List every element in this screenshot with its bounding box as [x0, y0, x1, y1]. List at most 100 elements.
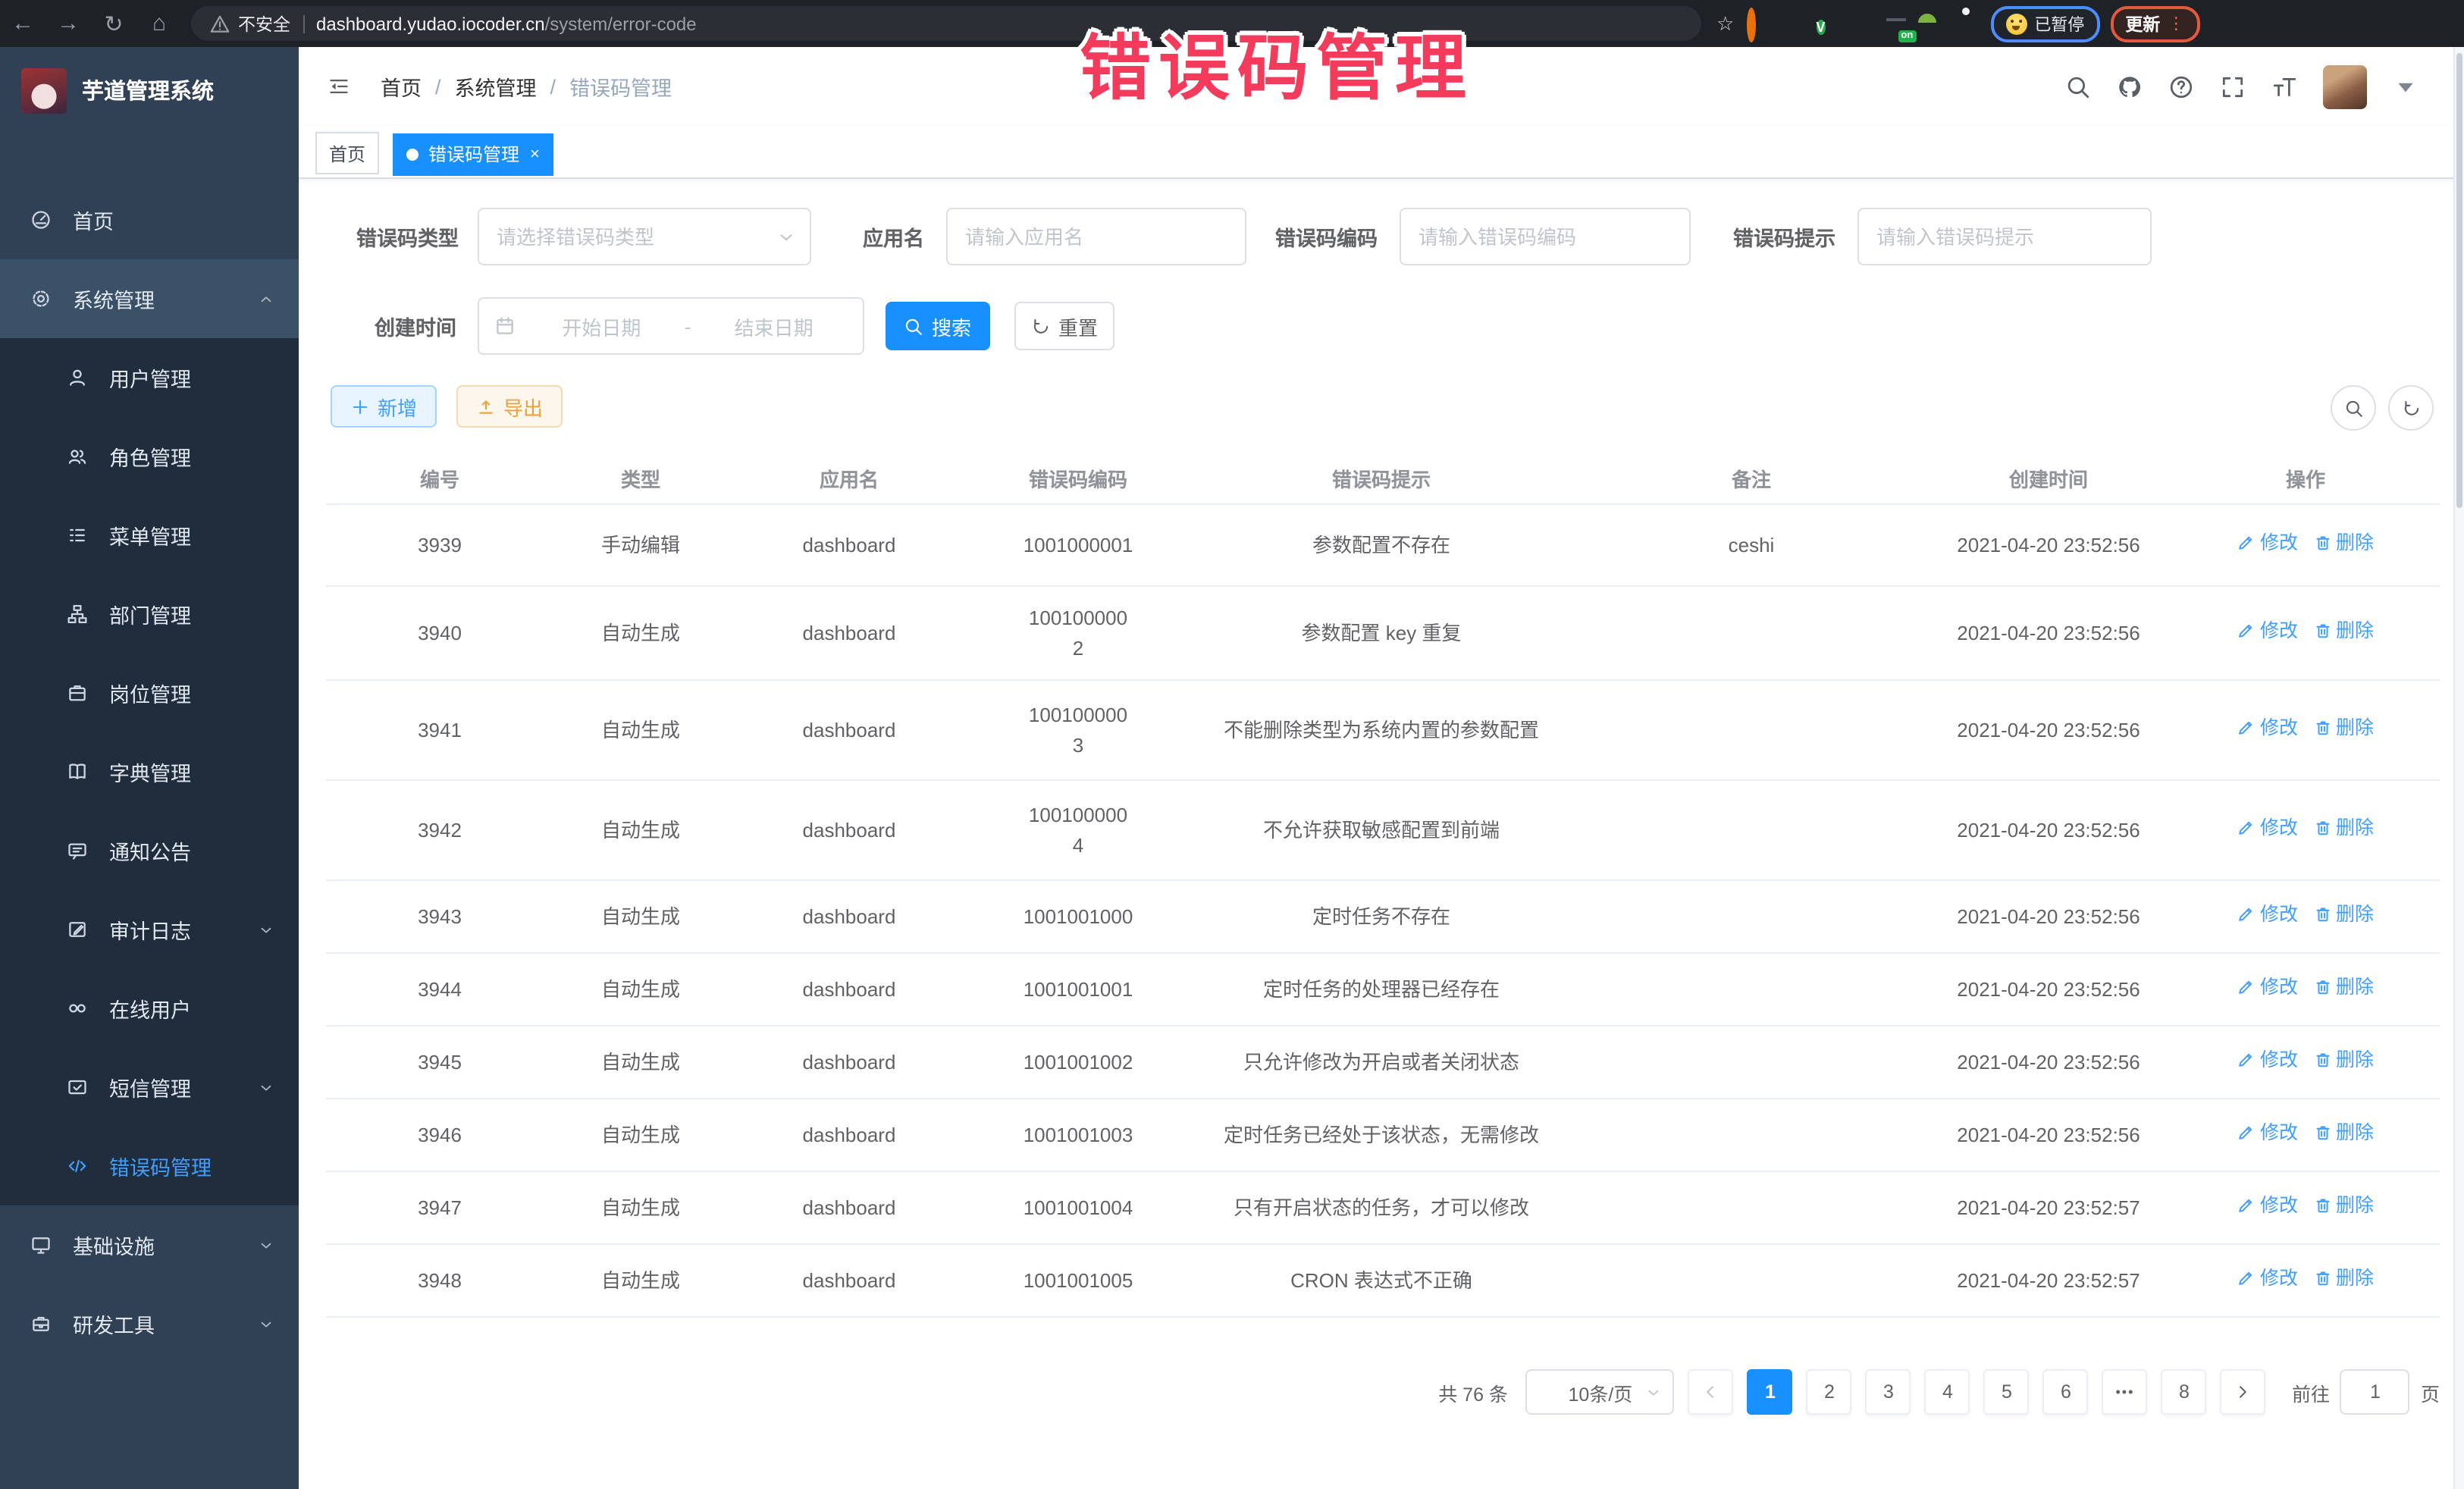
- date-range-picker[interactable]: 开始日期 - 结束日期: [478, 297, 864, 355]
- goto-page-input[interactable]: [2340, 1369, 2410, 1415]
- page-button-3[interactable]: 3: [1866, 1369, 1911, 1415]
- delete-link[interactable]: 删除: [2313, 714, 2374, 743]
- edit-link[interactable]: 修改: [2237, 617, 2298, 646]
- edit-link[interactable]: 修改: [2237, 1192, 2298, 1221]
- sidebar-item-positions[interactable]: 岗位管理: [0, 654, 299, 732]
- extension-icon[interactable]: on: [1886, 11, 1910, 36]
- search-icon[interactable]: [2065, 74, 2091, 99]
- address-bar[interactable]: 不安全 dashboard.yudao.iocoder.cn/system/er…: [191, 6, 1701, 41]
- reset-button[interactable]: 重置: [1014, 302, 1114, 350]
- error-type-select[interactable]: [477, 208, 810, 265]
- error-code-field[interactable]: [1399, 208, 1690, 265]
- app-name-input[interactable]: [947, 209, 1244, 264]
- prev-page-button[interactable]: [1688, 1369, 1734, 1415]
- edit-link[interactable]: 修改: [2237, 814, 2298, 843]
- error-hint-input[interactable]: [1858, 209, 2149, 264]
- table-refresh-button[interactable]: [2388, 385, 2434, 431]
- sidebar-item-devtools[interactable]: 研发工具: [0, 1284, 299, 1363]
- delete-link[interactable]: 删除: [2313, 529, 2374, 558]
- user-avatar[interactable]: [2323, 64, 2367, 108]
- sidebar-item-home[interactable]: 首页: [0, 180, 299, 259]
- sidebar-item-dictionary[interactable]: 字典管理: [0, 732, 299, 811]
- sidebar-logo[interactable]: 芋道管理系统: [0, 47, 299, 133]
- edit-link[interactable]: 修改: [2237, 1265, 2298, 1293]
- table-row: 3939 手动编辑 dashboard 1001000001 参数配置不存在 c…: [326, 504, 2440, 586]
- scrollbar-thumb[interactable]: [2456, 53, 2462, 508]
- delete-link[interactable]: 删除: [2313, 901, 2374, 929]
- extension-icon[interactable]: [1851, 11, 1875, 36]
- page-button-2[interactable]: 2: [1807, 1369, 1852, 1415]
- sidebar-item-infrastructure[interactable]: 基础设施: [0, 1205, 299, 1284]
- next-page-button[interactable]: [2221, 1369, 2266, 1415]
- browser-update-button[interactable]: 更新 ⋮: [2110, 5, 2199, 42]
- delete-link[interactable]: 删除: [2313, 617, 2374, 646]
- tab-error-code[interactable]: 错误码管理 ×: [393, 133, 553, 175]
- tab-home[interactable]: 首页: [315, 132, 379, 174]
- breadcrumb-item[interactable]: 系统管理: [455, 71, 537, 102]
- bookmark-star-icon[interactable]: ☆: [1716, 11, 1734, 36]
- export-button[interactable]: 导出: [456, 385, 563, 428]
- delete-link[interactable]: 删除: [2313, 973, 2374, 1002]
- page-button-1[interactable]: 1: [1748, 1369, 1793, 1415]
- add-button[interactable]: 新增: [331, 385, 437, 428]
- sidebar-item-audit-log[interactable]: 审计日志: [0, 890, 299, 969]
- delete-link[interactable]: 删除: [2313, 1192, 2374, 1221]
- sidebar-item-roles[interactable]: 角色管理: [0, 417, 299, 496]
- cell-app: dashboard: [728, 1026, 970, 1099]
- sidebar-item-system[interactable]: 系统管理: [0, 259, 299, 338]
- extension-icon[interactable]: [1920, 11, 1945, 36]
- page-button-8[interactable]: 8: [2161, 1369, 2207, 1415]
- extension-icon[interactable]: V: [1816, 11, 1840, 36]
- fullscreen-icon[interactable]: [2220, 74, 2246, 99]
- error-type-input[interactable]: [478, 209, 809, 264]
- page-button-6[interactable]: 6: [2043, 1369, 2089, 1415]
- delete-link[interactable]: 删除: [2313, 814, 2374, 843]
- github-icon[interactable]: [2117, 74, 2143, 99]
- close-icon[interactable]: ×: [530, 145, 540, 163]
- help-icon[interactable]: [2168, 74, 2194, 99]
- sidebar-item-announcements[interactable]: 通知公告: [0, 811, 299, 890]
- edit-link[interactable]: 修改: [2237, 714, 2298, 743]
- sidebar-item-sms[interactable]: 短信管理: [0, 1048, 299, 1127]
- extension-paused-badge[interactable]: 已暂停: [1990, 5, 2099, 42]
- sidebar-item-users[interactable]: 用户管理: [0, 338, 299, 417]
- error-hint-field[interactable]: [1857, 208, 2151, 265]
- browser-menu-icon[interactable]: ⋮: [2168, 14, 2184, 33]
- page-button-5[interactable]: 5: [1984, 1369, 2030, 1415]
- announcement-icon: [67, 840, 88, 861]
- breadcrumb-item[interactable]: 首页: [381, 71, 422, 102]
- sidebar-item-error-code[interactable]: 错误码管理: [0, 1127, 299, 1205]
- delete-link[interactable]: 删除: [2313, 1265, 2374, 1293]
- edit-link[interactable]: 修改: [2237, 901, 2298, 929]
- app-name-field[interactable]: [945, 208, 1246, 265]
- caret-down-icon[interactable]: [2393, 74, 2419, 99]
- font-size-icon[interactable]: [2271, 74, 2297, 99]
- error-code-input[interactable]: [1400, 209, 1688, 264]
- edit-link[interactable]: 修改: [2237, 1119, 2298, 1148]
- search-button[interactable]: 搜索: [886, 302, 990, 350]
- browser-home-button[interactable]: ⌂: [136, 11, 182, 36]
- sidebar-item-menus[interactable]: 菜单管理: [0, 496, 299, 575]
- extension-icon[interactable]: [1746, 11, 1770, 36]
- sidebar-collapse-icon[interactable]: [326, 76, 352, 97]
- browser-back-button[interactable]: ←: [0, 11, 45, 36]
- edit-link[interactable]: 修改: [2237, 973, 2298, 1002]
- edit-icon: [2237, 1270, 2256, 1288]
- edit-link[interactable]: 修改: [2237, 1046, 2298, 1075]
- page-size-select[interactable]: 10条/页: [1526, 1369, 1675, 1415]
- browser-reload-button[interactable]: ↻: [91, 10, 136, 37]
- delete-link[interactable]: 删除: [2313, 1046, 2374, 1075]
- page-scrollbar[interactable]: [2453, 47, 2464, 1489]
- extension-icon[interactable]: [1781, 11, 1805, 36]
- page-ellipsis[interactable]: •••: [2102, 1369, 2148, 1415]
- sidebar-item-label: 审计日志: [109, 914, 191, 945]
- browser-forward-button[interactable]: →: [45, 11, 91, 36]
- delete-link[interactable]: 删除: [2313, 1119, 2374, 1148]
- edit-link[interactable]: 修改: [2237, 529, 2298, 558]
- page-button-4[interactable]: 4: [1925, 1369, 1970, 1415]
- table-search-toggle-button[interactable]: [2331, 385, 2376, 431]
- sidebar-item-departments[interactable]: 部门管理: [0, 575, 299, 654]
- cell-code: 1001001001: [970, 953, 1186, 1026]
- sidebar-item-online-users[interactable]: 在线用户: [0, 969, 299, 1048]
- extension-icon[interactable]: [1955, 11, 1980, 36]
